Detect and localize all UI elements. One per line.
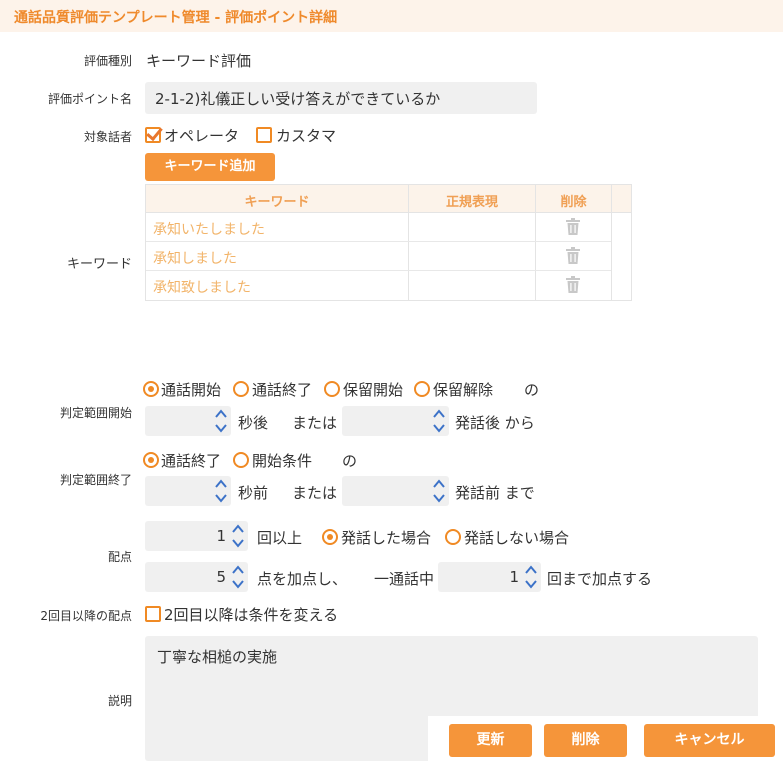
range-end-utterance-unit: 発話前 まで xyxy=(455,484,535,502)
eval-point-label: 評価ポイント名 xyxy=(47,92,132,106)
customer-checkbox[interactable] xyxy=(256,127,272,143)
score-per-call-text: 一通話中 xyxy=(374,570,435,588)
cancel-button[interactable]: キャンセル xyxy=(644,724,775,757)
score-max-text: 回まで加点する xyxy=(547,570,653,588)
range-start-seconds-stepper[interactable] xyxy=(145,406,231,436)
range-start-option-label: 通話開始 xyxy=(161,381,222,399)
description-label: 説明 xyxy=(107,694,132,708)
trash-icon[interactable] xyxy=(566,247,580,264)
range-end-seconds-stepper[interactable] xyxy=(145,476,231,506)
keyword-cell[interactable]: 承知しました xyxy=(153,248,237,268)
keyword-label: キーワード xyxy=(66,257,132,272)
keyword-table: キーワード 正規表現 削除 承知いたしました 承知しました 承知致しました xyxy=(145,184,632,301)
range-end-seconds-unit: 秒前 xyxy=(238,484,269,502)
delete-button[interactable]: 削除 xyxy=(544,724,627,757)
range-end-or-text: または xyxy=(292,484,338,502)
range-end-option-label: 通話終了 xyxy=(161,452,222,470)
score-option-label: 発話しない場合 xyxy=(464,529,570,547)
keyword-cell[interactable]: 承知致しました xyxy=(153,277,251,297)
col-keyword: キーワード xyxy=(244,195,310,210)
second-score-checkbox[interactable] xyxy=(145,606,161,622)
page-header: 通話品質評価テンプレート管理 - 評価ポイント詳細 xyxy=(0,0,783,32)
trash-icon[interactable] xyxy=(566,218,580,235)
eval-point-name-field: 2-1-2)礼儀正しい受け答えができているか xyxy=(145,82,537,114)
range-start-label: 判定範囲開始 xyxy=(59,406,132,420)
stepper-arrows-icon[interactable] xyxy=(214,408,228,434)
page-title: 通話品質評価テンプレート管理 - 評価ポイント詳細 xyxy=(14,10,338,26)
range-end-utterance-stepper[interactable] xyxy=(342,476,449,506)
table-row: 承知致しました xyxy=(146,271,611,300)
range-start-utterance-stepper[interactable] xyxy=(342,406,449,436)
score-spoken-radio[interactable] xyxy=(322,529,338,545)
range-start-call-end-radio[interactable] xyxy=(233,381,249,397)
score-not-spoken-radio[interactable] xyxy=(445,529,461,545)
score-label: 配点 xyxy=(107,550,132,564)
second-score-label: 2回目以降の配点 xyxy=(40,609,132,623)
target-speaker-label: 対象話者 xyxy=(83,130,132,144)
table-row: 承知いたしました xyxy=(146,213,611,242)
range-start-utterance-unit: 発話後 から xyxy=(455,414,535,432)
description-text: 丁寧な相槌の実施 xyxy=(157,648,278,666)
keyword-cell[interactable]: 承知いたしました xyxy=(153,219,265,239)
stepper-arrows-icon[interactable] xyxy=(524,564,538,590)
range-start-hold-release-radio[interactable] xyxy=(414,381,430,397)
table-row: 承知しました xyxy=(146,242,611,271)
range-end-call-end-radio[interactable] xyxy=(143,452,159,468)
range-start-option-label: 保留開始 xyxy=(343,381,404,399)
score-points-stepper[interactable]: 5 xyxy=(145,562,248,592)
stepper-arrows-icon[interactable] xyxy=(231,564,245,590)
score-count-unit: 回以上 xyxy=(257,529,303,547)
stepper-arrows-icon[interactable] xyxy=(432,408,446,434)
trash-icon[interactable] xyxy=(566,276,580,293)
range-start-option-label: 通話終了 xyxy=(252,381,313,399)
range-start-or-text: または xyxy=(292,414,338,432)
range-start-hold-start-radio[interactable] xyxy=(324,381,340,397)
add-keyword-button[interactable]: キーワード追加 xyxy=(145,153,275,181)
stepper-arrows-icon[interactable] xyxy=(231,523,245,549)
eval-type-label: 評価種別 xyxy=(83,54,132,68)
range-end-option-label: 開始条件 xyxy=(252,452,313,470)
eval-type-value: キーワード評価 xyxy=(146,52,252,70)
range-end-start-condition-radio[interactable] xyxy=(233,452,249,468)
range-start-seconds-unit: 秒後 xyxy=(238,414,269,432)
operator-checkbox-label: オペレータ xyxy=(164,127,240,145)
stepper-arrows-icon[interactable] xyxy=(432,478,446,504)
range-end-suffix: の xyxy=(342,452,358,470)
stepper-arrows-icon[interactable] xyxy=(214,478,228,504)
score-option-label: 発話した場合 xyxy=(341,529,432,547)
col-regex: 正規表現 xyxy=(445,195,498,210)
operator-checkbox[interactable] xyxy=(145,127,161,143)
col-delete: 削除 xyxy=(560,195,587,210)
keyword-table-header: キーワード 正規表現 削除 xyxy=(146,185,631,213)
second-score-checkbox-label: 2回目以降は条件を変える xyxy=(164,606,339,624)
score-points-text: 点を加点し、 xyxy=(257,570,348,588)
range-start-option-label: 保留解除 xyxy=(433,381,494,399)
customer-checkbox-label: カスタマ xyxy=(276,127,337,145)
score-count-stepper[interactable]: 1 xyxy=(145,521,248,551)
update-button[interactable]: 更新 xyxy=(449,724,532,757)
range-end-label: 判定範囲終了 xyxy=(59,473,132,487)
range-start-call-start-radio[interactable] xyxy=(143,381,159,397)
score-max-stepper[interactable]: 1 xyxy=(438,562,541,592)
range-start-suffix: の xyxy=(524,381,540,399)
